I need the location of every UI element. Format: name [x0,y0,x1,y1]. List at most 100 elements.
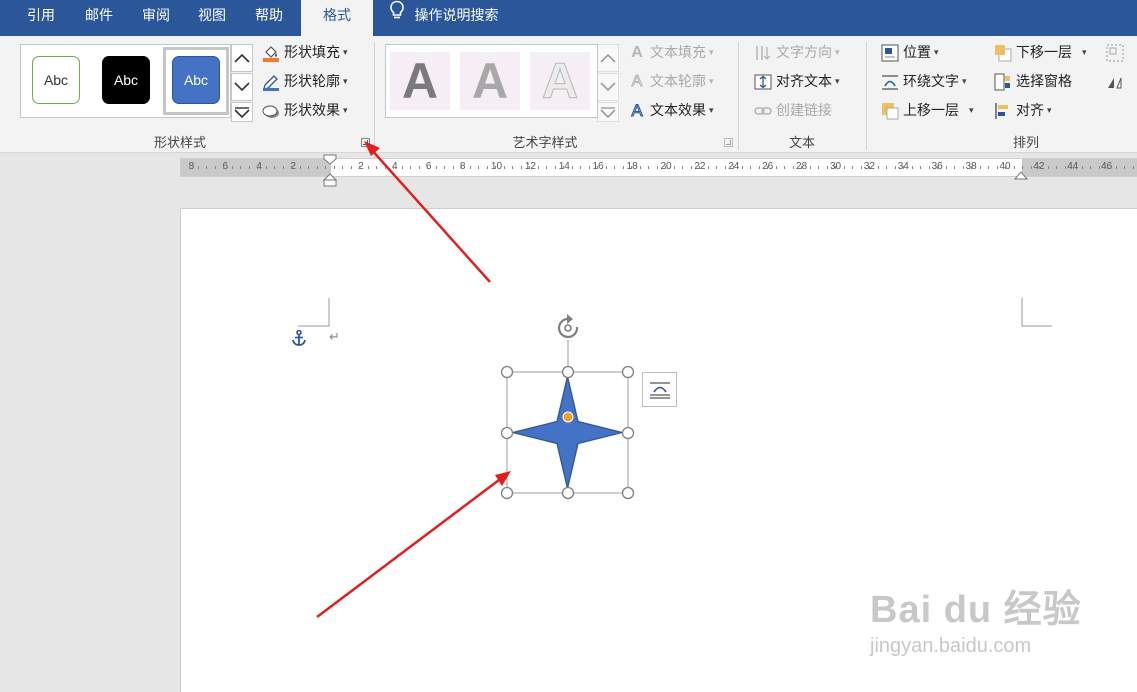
text-outline-button[interactable]: A 文本轮廓 ▾ [628,71,713,93]
wrap-text-label: 环绕文字 [903,74,959,90]
wordart-style-3[interactable]: A [530,52,590,110]
ruler-tick [189,166,190,169]
ruler-area: 8642246810121416182022242628303234363840… [0,153,1137,208]
bring-forward-button[interactable]: 上移一层 ▾ [881,100,974,122]
wordart-style-2[interactable]: A [460,52,520,110]
shape-fill-label: 形状填充 [284,45,340,61]
ruler-tick [401,166,403,169]
ruler-tick [1081,166,1083,169]
caret-down-icon: ▾ [1047,106,1052,116]
wordart-gallery-more-button[interactable] [597,102,619,122]
align-text-button[interactable]: 对齐文本 ▾ [754,71,840,93]
ruler-tick [597,166,598,169]
ruler-tick [512,166,513,169]
wordart-style-1[interactable]: A [390,52,450,110]
ruler-tick [580,166,581,169]
caret-down-icon: ▾ [1082,48,1087,58]
ruler-tick [291,166,292,169]
selection-pane-button[interactable]: 选择窗格 [994,71,1072,93]
group-objects-button[interactable] [1106,42,1128,64]
wordart-gallery-up-button[interactable] [597,44,619,72]
ruler-tick [699,166,700,169]
text-direction-button[interactable]: 文字方向 ▾ [754,42,840,64]
text-fill-icon: A [631,44,643,61]
wordart-gallery-down-button[interactable] [597,73,619,101]
shape-outline-button[interactable]: 形状轮廓 ▾ [262,71,348,93]
align-label: 对齐 [1016,103,1044,119]
tab-references[interactable]: 引用 [12,0,70,36]
text-effects-label: 文本效果 [650,103,706,119]
send-backward-label: 下移一层 [1016,45,1072,61]
ruler-tick [529,166,530,169]
position-button[interactable]: 位置 ▾ [881,42,939,64]
ruler-tick [928,166,930,169]
align-button[interactable]: 对齐 ▾ [994,100,1052,122]
align-icon [994,102,1012,120]
ruler-number: 18 [626,161,638,172]
ruler-tick [520,166,522,169]
ruler-tick [911,166,913,169]
ruler-tick [554,166,556,169]
text-effects-button[interactable]: A 文本效果 ▾ [628,100,714,122]
wrap-text-icon [881,73,899,91]
ruler-tick [886,166,887,169]
caret-down-icon: ▾ [343,48,348,58]
ruler-tick [563,166,564,169]
ruler-tick [495,166,496,169]
tab-help[interactable]: 帮助 [240,0,298,36]
ruler-tick [240,166,241,169]
ruler-tick [223,166,224,169]
shape-outline-label: 形状轮廓 [284,74,340,90]
ruler-number: 10 [490,161,503,172]
rotate-button[interactable] [1106,71,1128,93]
ruler-tick [682,166,683,169]
ruler-tick [665,166,666,169]
wordart-styles-dialog-launcher[interactable] [724,138,733,147]
layout-options-button[interactable] [642,372,677,407]
indent-marker[interactable] [322,153,338,187]
ruler-tick [571,166,573,169]
ruler-tick [537,166,539,169]
shape-fill-button[interactable]: 形状填充 ▾ [262,42,348,64]
pen-outline-icon [262,73,280,91]
wordart-style-2-letter: A [471,53,509,109]
send-backward-button[interactable]: 下移一层 ▾ [994,42,1087,64]
tab-review[interactable]: 审阅 [127,0,185,36]
ruler-tick [461,166,462,169]
create-link-button[interactable]: 创建链接 [754,100,832,122]
gallery-more-button[interactable] [231,102,253,122]
ruler-tick [843,166,845,169]
wrap-text-button[interactable]: 环绕文字 ▾ [881,71,967,93]
tab-mailings[interactable]: 邮件 [70,0,128,36]
ruler-tick [486,166,488,169]
shape-styles-dialog-launcher[interactable] [361,138,370,147]
text-fill-button[interactable]: A 文本填充 ▾ [628,42,713,64]
bring-forward-label: 上移一层 [903,103,959,119]
link-icon [754,102,772,120]
ruler-tick [971,166,972,169]
ruler-tick [605,166,607,169]
tab-format[interactable]: 格式 [301,0,373,36]
shape-style-preset-2[interactable]: Abc [102,56,150,104]
ruler-tick [367,166,369,169]
tell-me-search[interactable]: 操作说明搜索 [388,0,498,36]
right-indent-marker[interactable] [1014,167,1028,181]
tab-view[interactable]: 视图 [183,0,241,36]
ruler-tick [614,166,615,169]
ruler-tick [852,166,853,169]
ruler-tick [1047,166,1049,169]
ruler-tick [656,166,658,169]
gallery-down-button[interactable] [231,73,253,101]
shape-effects-button[interactable]: 形状效果 ▾ [262,100,348,122]
ruler-tick [248,166,250,169]
lightbulb-icon [388,0,410,32]
ruler-tick [1132,166,1134,169]
shape-style-preset-1[interactable]: Abc [32,56,80,104]
gallery-expand-icon [234,107,250,118]
ruler-tick [384,166,386,169]
shape-style-preset-3[interactable]: Abc [172,56,220,104]
ruler-tick [1098,166,1100,169]
gallery-up-button[interactable] [231,44,253,72]
ruler-tick [673,166,675,169]
arrange-group-label: 排列 [1012,136,1039,151]
